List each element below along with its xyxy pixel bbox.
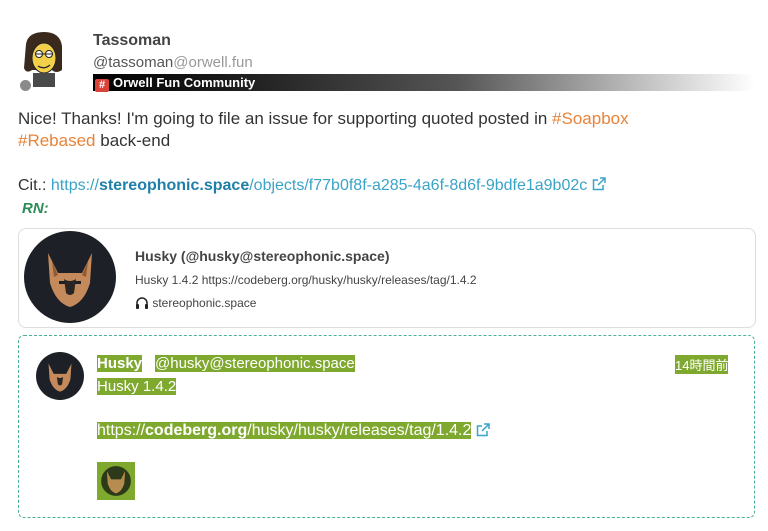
citation-link-host: stereophonic.space bbox=[98, 177, 250, 194]
community-badge[interactable]: # Orwell Fun Community bbox=[93, 74, 755, 92]
card-host: stereophonic.space bbox=[135, 296, 256, 310]
quote-timestamp[interactable]: 14時間前 bbox=[675, 355, 729, 374]
author-handle[interactable]: @tassoman@orwell.fun bbox=[93, 54, 253, 71]
post-text-before: Nice! Thanks! I'm going to file an issue… bbox=[18, 109, 553, 128]
citation-link-scheme: https:// bbox=[50, 177, 99, 194]
quote-body-text: Husky 1.4.2 bbox=[97, 378, 177, 395]
citation-link[interactable]: https://stereophonic.space/objects/f77b0… bbox=[51, 177, 587, 194]
handle-host: @orwell.fun bbox=[173, 54, 253, 71]
quote-link[interactable]: https://codeberg.org/husky/husky/release… bbox=[97, 422, 472, 439]
profile-preview-card[interactable]: Husky (@husky@stereophonic.space) Husky … bbox=[18, 228, 756, 328]
card-title[interactable]: Husky (@husky@stereophonic.space) bbox=[135, 248, 390, 264]
husky-logo-icon bbox=[48, 363, 72, 392]
community-name: Orwell Fun Community bbox=[113, 75, 256, 90]
quote-avatar[interactable] bbox=[36, 352, 84, 400]
quote-handle-user: @husky bbox=[155, 355, 210, 372]
post-content: Nice! Thanks! I'm going to file an issue… bbox=[18, 108, 748, 152]
hashtag-soapbox[interactable]: #Soapbox bbox=[552, 109, 629, 128]
quote-link-scheme: https:// bbox=[97, 422, 146, 439]
quote-handle-host: @stereophonic.space bbox=[209, 355, 355, 372]
card-host-text: stereophonic.space bbox=[152, 296, 257, 310]
external-link-icon[interactable] bbox=[592, 177, 606, 191]
quote-author-handle[interactable]: @husky@stereophonic.space bbox=[155, 355, 355, 372]
quote-link-line: https://codeberg.org/husky/husky/release… bbox=[97, 422, 490, 440]
rn-label: RN: bbox=[22, 200, 49, 217]
citation-label: Cit.: bbox=[18, 177, 47, 194]
quote-author-name[interactable]: Husky bbox=[97, 355, 143, 372]
husky-thumbnail-icon bbox=[101, 466, 131, 496]
quote-link-path: /husky/husky/releases/tag/1.4.2 bbox=[247, 422, 472, 439]
husky-logo-icon bbox=[48, 253, 92, 307]
husky-avatar bbox=[24, 231, 116, 323]
post-text-after: back-end bbox=[95, 131, 171, 150]
card-description: Husky 1.4.2 https://codeberg.org/husky/h… bbox=[135, 273, 477, 287]
headphones-icon bbox=[136, 297, 148, 309]
quote-link-host: codeberg.org bbox=[145, 422, 248, 439]
presence-status-dot bbox=[18, 78, 33, 93]
author-display-name[interactable]: Tassoman bbox=[93, 32, 171, 50]
quoted-post[interactable]: Husky @husky@stereophonic.space 14時間前 Hu… bbox=[18, 335, 755, 518]
citation-line: Cit.: https://stereophonic.space/objects… bbox=[18, 177, 606, 195]
hashtag-rebased[interactable]: #Rebased bbox=[18, 131, 96, 150]
handle-user: @tassoman bbox=[93, 54, 174, 71]
citation-link-path: /objects/f77b0f8f-a285-4a6f-8d6f-9bdfe1a… bbox=[249, 177, 588, 194]
quote-media-thumbnail[interactable] bbox=[97, 462, 135, 500]
hashtag-icon: # bbox=[95, 79, 109, 92]
external-link-icon[interactable] bbox=[476, 423, 490, 437]
